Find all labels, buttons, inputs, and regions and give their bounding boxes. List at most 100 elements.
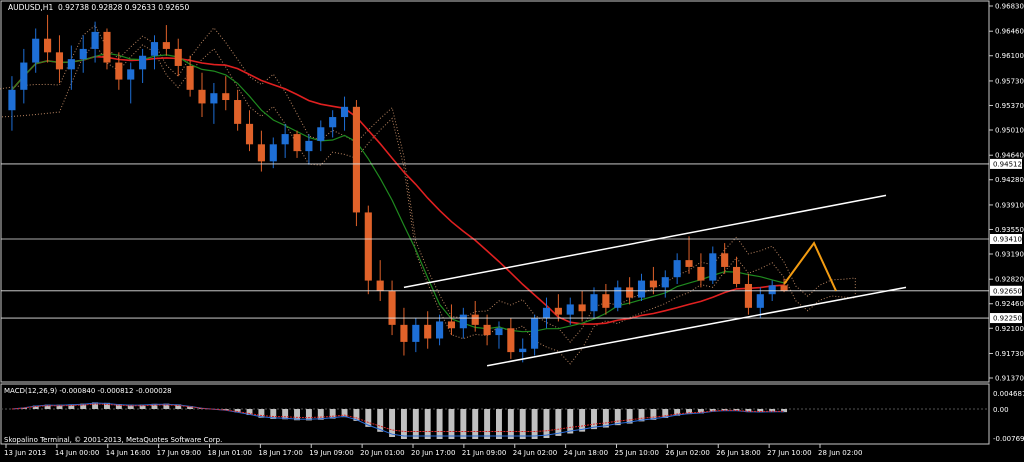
price-tick-label: 0.93190 <box>995 251 1024 259</box>
time-tick-label: 17 Jun 09:00 <box>157 449 201 457</box>
candle-body <box>210 93 218 104</box>
candle-body <box>400 324 408 342</box>
macd-signal <box>11 403 785 432</box>
time-tick-label: 19 Jun 09:00 <box>309 449 353 457</box>
candle-body <box>32 38 40 63</box>
candle-body <box>519 348 527 353</box>
time-tick-label: 21 Jun 09:00 <box>462 449 506 457</box>
candle-body <box>542 307 551 319</box>
macd-axis-zero: 0.00 <box>993 406 1009 414</box>
moving-averages <box>11 52 785 333</box>
price-axis: 0.96830 0.96460 0.96100 0.95730 0.95370 0.950… <box>989 3 1024 383</box>
candle-body <box>685 260 693 267</box>
candle-body <box>531 318 539 349</box>
time-tick-label: 24 Jun 18:00 <box>564 449 608 457</box>
candle-body <box>483 324 491 336</box>
candle-body <box>507 328 515 353</box>
candle-body <box>20 62 28 90</box>
candle-body <box>590 294 598 312</box>
macd-line <box>11 402 785 437</box>
symbol-label: AUDUSD,H1 <box>8 3 53 12</box>
time-tick-label: 18 Jun 17:00 <box>258 449 302 457</box>
level-tag: 0.92250 <box>990 313 1022 324</box>
candle-body <box>412 324 420 342</box>
candle-body <box>198 89 206 104</box>
level-tag-label: 0.94512 <box>993 160 1022 168</box>
macd-label: MACD(12,26,9) -0.000840 -0.000812 -0.000… <box>4 387 172 395</box>
candle-body <box>44 38 52 53</box>
candle-body <box>709 253 717 281</box>
candle-body <box>673 260 681 278</box>
level-tag-label: 0.92250 <box>993 315 1022 323</box>
time-axis: 13 Jun 2013 14 Jun 00:00 14 Jun 16:00 17 Ju… <box>4 444 862 457</box>
macd-axis-top: 0.004687 <box>993 390 1024 398</box>
price-tick-label: 0.94280 <box>995 176 1024 184</box>
time-tick-label: 14 Jun 16:00 <box>106 449 150 457</box>
candle-body <box>127 69 135 80</box>
candle-body <box>436 321 444 339</box>
candle-body <box>364 212 372 281</box>
candle-body <box>602 294 610 308</box>
time-tick-label: 20 Jun 17:00 <box>411 449 455 457</box>
candle-body <box>721 253 729 267</box>
time-tick-label: 13 Jun 2013 <box>4 449 46 457</box>
candle-body <box>257 144 265 162</box>
candle-body <box>79 48 87 60</box>
candle-body <box>317 127 325 141</box>
candle-body <box>186 65 194 90</box>
level-tag: 0.92650 <box>990 285 1022 296</box>
candle-body <box>55 52 64 70</box>
level-tag-label: 0.93410 <box>993 236 1022 244</box>
time-tick-label: 26 Jun 02:00 <box>665 449 709 457</box>
candle-body <box>578 304 586 312</box>
macd-axis-bottom: -0.007696 <box>993 435 1024 443</box>
candle-body <box>376 280 384 291</box>
level-tag: 0.94512 <box>990 158 1022 169</box>
price-tick-label: 0.95370 <box>995 102 1024 110</box>
price-tick-label: 0.91730 <box>995 350 1024 358</box>
time-tick-label: 20 Jun 01:00 <box>360 449 404 457</box>
time-tick-label: 14 Jun 00:00 <box>55 449 99 457</box>
candle-body <box>8 89 16 111</box>
chart-canvas[interactable]: 0.945120.934100.926500.92250 0.968300.96… <box>0 0 1024 462</box>
price-tick-label: 0.92460 <box>995 300 1024 308</box>
price-tick-label: 0.91370 <box>995 375 1024 383</box>
projection-line <box>783 241 837 292</box>
candle-body <box>234 100 242 124</box>
candle-body <box>495 328 503 336</box>
candle-body <box>697 266 705 281</box>
candle-body <box>139 55 147 70</box>
candle-body <box>340 106 349 118</box>
ohlc-values: 0.92738 0.92828 0.92633 0.92650 <box>58 3 189 12</box>
price-tick-label: 0.96100 <box>995 52 1024 60</box>
time-tick-label: 24 Jun 02:00 <box>513 449 557 457</box>
candle-body <box>352 106 360 213</box>
candle-body <box>554 307 562 315</box>
candle-body <box>174 48 182 66</box>
candle-body <box>115 62 123 80</box>
candle-body <box>459 314 467 329</box>
level-tag-label: 0.92650 <box>993 287 1022 295</box>
horizontal-levels: 0.94512 0.93410 0.92650 0.92250 <box>1 158 1022 324</box>
ma-green <box>11 52 785 333</box>
price-tick-label: 0.92820 <box>995 276 1024 284</box>
time-tick-label: 28 Jun 02:00 <box>818 449 862 457</box>
candle-body <box>744 283 752 308</box>
candle-body <box>388 290 396 325</box>
candle-body <box>732 266 741 284</box>
price-tick-label: 0.94640 <box>995 152 1024 160</box>
candle-body <box>447 321 456 329</box>
price-tick-label: 0.95730 <box>995 77 1024 85</box>
candle-body <box>566 304 574 315</box>
price-tick-label: 0.93910 <box>995 201 1024 209</box>
candle-body <box>293 134 301 152</box>
candle-body <box>269 144 277 162</box>
price-tick-label: 0.95010 <box>995 127 1024 135</box>
channel-lower <box>486 286 907 367</box>
chart-window: 0.94512 0.93410 0.92650 0.92250 0.96830 0.96… <box>0 0 1024 462</box>
candle-body <box>305 140 313 152</box>
candle-body <box>637 280 646 298</box>
candle-body <box>626 287 634 298</box>
candlesticks <box>8 14 788 363</box>
time-tick-label: 25 Jun 10:00 <box>615 449 659 457</box>
